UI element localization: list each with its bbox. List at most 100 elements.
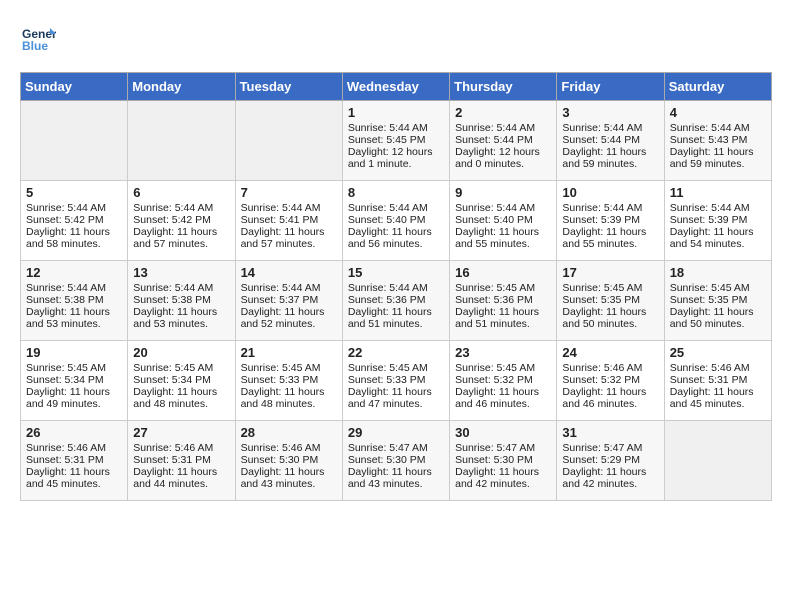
day-number: 12 [26, 265, 122, 280]
sunset-text: Sunset: 5:35 PM [562, 294, 658, 306]
sunrise-text: Sunrise: 5:44 AM [241, 282, 337, 294]
daylight-text: Daylight: 11 hours and 45 minutes. [26, 466, 122, 490]
sunrise-text: Sunrise: 5:44 AM [133, 202, 229, 214]
week-row-2: 5Sunrise: 5:44 AMSunset: 5:42 PMDaylight… [21, 181, 772, 261]
sunset-text: Sunset: 5:36 PM [348, 294, 444, 306]
daylight-text: Daylight: 11 hours and 46 minutes. [562, 386, 658, 410]
sunset-text: Sunset: 5:39 PM [562, 214, 658, 226]
daylight-text: Daylight: 11 hours and 59 minutes. [562, 146, 658, 170]
sunset-text: Sunset: 5:30 PM [348, 454, 444, 466]
day-number: 16 [455, 265, 551, 280]
daylight-text: Daylight: 11 hours and 55 minutes. [562, 226, 658, 250]
svg-text:Blue: Blue [22, 39, 48, 53]
day-number: 4 [670, 105, 766, 120]
sunrise-text: Sunrise: 5:47 AM [348, 442, 444, 454]
sunset-text: Sunset: 5:35 PM [670, 294, 766, 306]
weekday-header-sunday: Sunday [21, 73, 128, 101]
day-number: 18 [670, 265, 766, 280]
day-number: 3 [562, 105, 658, 120]
day-number: 17 [562, 265, 658, 280]
sunset-text: Sunset: 5:37 PM [241, 294, 337, 306]
sunrise-text: Sunrise: 5:46 AM [133, 442, 229, 454]
sunset-text: Sunset: 5:33 PM [241, 374, 337, 386]
sunset-text: Sunset: 5:33 PM [348, 374, 444, 386]
day-number: 21 [241, 345, 337, 360]
calendar-cell: 3Sunrise: 5:44 AMSunset: 5:44 PMDaylight… [557, 101, 664, 181]
weekday-header-wednesday: Wednesday [342, 73, 449, 101]
sunset-text: Sunset: 5:44 PM [455, 134, 551, 146]
sunrise-text: Sunrise: 5:44 AM [348, 202, 444, 214]
day-number: 22 [348, 345, 444, 360]
sunrise-text: Sunrise: 5:46 AM [26, 442, 122, 454]
sunset-text: Sunset: 5:40 PM [348, 214, 444, 226]
sunset-text: Sunset: 5:32 PM [562, 374, 658, 386]
day-number: 2 [455, 105, 551, 120]
day-number: 9 [455, 185, 551, 200]
week-row-5: 26Sunrise: 5:46 AMSunset: 5:31 PMDayligh… [21, 421, 772, 501]
sunrise-text: Sunrise: 5:45 AM [562, 282, 658, 294]
daylight-text: Daylight: 11 hours and 52 minutes. [241, 306, 337, 330]
sunset-text: Sunset: 5:30 PM [241, 454, 337, 466]
daylight-text: Daylight: 11 hours and 50 minutes. [670, 306, 766, 330]
day-number: 31 [562, 425, 658, 440]
daylight-text: Daylight: 11 hours and 51 minutes. [348, 306, 444, 330]
day-number: 27 [133, 425, 229, 440]
day-number: 28 [241, 425, 337, 440]
sunset-text: Sunset: 5:34 PM [26, 374, 122, 386]
daylight-text: Daylight: 11 hours and 57 minutes. [133, 226, 229, 250]
daylight-text: Daylight: 11 hours and 58 minutes. [26, 226, 122, 250]
sunrise-text: Sunrise: 5:44 AM [348, 282, 444, 294]
day-number: 23 [455, 345, 551, 360]
weekday-header-tuesday: Tuesday [235, 73, 342, 101]
sunrise-text: Sunrise: 5:45 AM [241, 362, 337, 374]
daylight-text: Daylight: 11 hours and 48 minutes. [241, 386, 337, 410]
daylight-text: Daylight: 11 hours and 57 minutes. [241, 226, 337, 250]
calendar-cell: 29Sunrise: 5:47 AMSunset: 5:30 PMDayligh… [342, 421, 449, 501]
day-number: 11 [670, 185, 766, 200]
calendar-cell: 7Sunrise: 5:44 AMSunset: 5:41 PMDaylight… [235, 181, 342, 261]
sunrise-text: Sunrise: 5:44 AM [26, 282, 122, 294]
sunrise-text: Sunrise: 5:45 AM [670, 282, 766, 294]
weekday-header-monday: Monday [128, 73, 235, 101]
day-number: 20 [133, 345, 229, 360]
calendar-cell: 12 Sunrise: 5:44 AMSunset: 5:38 PMDayligh… [21, 261, 128, 341]
sunset-text: Sunset: 5:42 PM [26, 214, 122, 226]
sunset-text: Sunset: 5:39 PM [670, 214, 766, 226]
daylight-text: Daylight: 11 hours and 48 minutes. [133, 386, 229, 410]
daylight-text: Daylight: 11 hours and 45 minutes. [670, 386, 766, 410]
day-number: 6 [133, 185, 229, 200]
calendar-cell: 2Sunrise: 5:44 AMSunset: 5:44 PMDaylight… [450, 101, 557, 181]
calendar-cell: 18 Sunrise: 5:45 AMSunset: 5:35 PMDayligh… [664, 261, 771, 341]
sunset-text: Sunset: 5:40 PM [455, 214, 551, 226]
sunrise-text: Sunrise: 5:45 AM [348, 362, 444, 374]
day-number: 19 [26, 345, 122, 360]
calendar-cell: 5Sunrise: 5:44 AMSunset: 5:42 PMDaylight… [21, 181, 128, 261]
sunset-text: Sunset: 5:38 PM [26, 294, 122, 306]
calendar-cell: 13Sunrise: 5:44 AMSunset: 5:38 PMDayligh… [128, 261, 235, 341]
day-number: 25 [670, 345, 766, 360]
day-number: 1 [348, 105, 444, 120]
day-number: 5 [26, 185, 122, 200]
weekday-row: SundayMondayTuesdayWednesdayThursdayFrid… [21, 73, 772, 101]
calendar-cell: 20Sunrise: 5:45 AMSunset: 5:34 PMDayligh… [128, 341, 235, 421]
daylight-text: Daylight: 11 hours and 53 minutes. [133, 306, 229, 330]
daylight-text: Daylight: 11 hours and 44 minutes. [133, 466, 229, 490]
calendar-cell: 1Sunrise: 5:44 AMSunset: 5:45 PMDaylight… [342, 101, 449, 181]
sunset-text: Sunset: 5:43 PM [670, 134, 766, 146]
daylight-text: Daylight: 11 hours and 50 minutes. [562, 306, 658, 330]
day-number: 14 [241, 265, 337, 280]
sunset-text: Sunset: 5:31 PM [133, 454, 229, 466]
calendar-header: SundayMondayTuesdayWednesdayThursdayFrid… [21, 73, 772, 101]
daylight-text: Daylight: 11 hours and 55 minutes. [455, 226, 551, 250]
sunset-text: Sunset: 5:42 PM [133, 214, 229, 226]
day-number: 30 [455, 425, 551, 440]
day-number: 13 [133, 265, 229, 280]
calendar-cell: 25Sunrise: 5:46 AMSunset: 5:31 PMDayligh… [664, 341, 771, 421]
calendar-cell: 4Sunrise: 5:44 AMSunset: 5:43 PMDaylight… [664, 101, 771, 181]
sunrise-text: Sunrise: 5:46 AM [562, 362, 658, 374]
sunset-text: Sunset: 5:36 PM [455, 294, 551, 306]
daylight-text: Daylight: 11 hours and 53 minutes. [26, 306, 122, 330]
week-row-1: 1Sunrise: 5:44 AMSunset: 5:45 PMDaylight… [21, 101, 772, 181]
calendar-cell: 6 Sunrise: 5:44 AMSunset: 5:42 PMDaylight… [128, 181, 235, 261]
calendar-cell [664, 421, 771, 501]
